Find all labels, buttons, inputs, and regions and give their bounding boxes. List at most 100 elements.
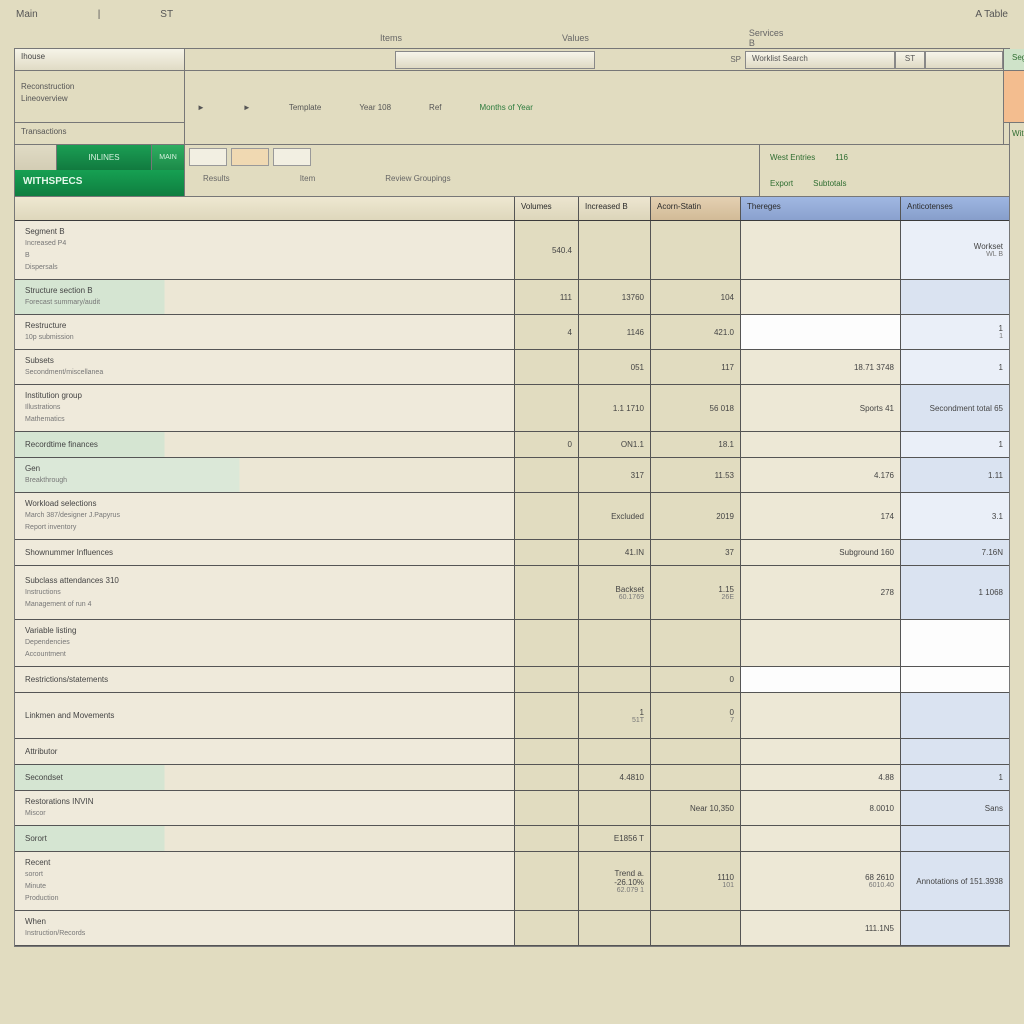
cell[interactable]: 11 <box>901 315 1009 349</box>
cell[interactable] <box>741 620 901 666</box>
field-search[interactable]: Worklist Search <box>745 51 895 69</box>
colhead-3[interactable]: Acorn-Statin <box>651 197 741 220</box>
doc-title-input[interactable]: Ihouse <box>15 49 184 71</box>
submenu-a[interactable]: Items <box>380 33 402 43</box>
cell[interactable] <box>515 911 579 945</box>
cell[interactable]: E1856 T <box>579 826 651 851</box>
cell[interactable]: 111 <box>515 280 579 314</box>
cell[interactable]: SubsetsSecondment/miscellanea <box>15 350 515 384</box>
lbl-subtot[interactable]: Subtotals <box>813 179 846 188</box>
cell[interactable]: 7.16N <box>901 540 1009 565</box>
cell[interactable]: Restrictions/statements <box>15 667 515 692</box>
cell[interactable] <box>901 911 1009 945</box>
cell[interactable] <box>515 693 579 738</box>
cell[interactable] <box>515 350 579 384</box>
field-a[interactable] <box>395 51 595 69</box>
colhead-0[interactable] <box>15 197 515 220</box>
cell[interactable] <box>901 693 1009 738</box>
colhead-1[interactable]: Volumes <box>515 197 579 220</box>
cell[interactable] <box>515 739 579 764</box>
cell[interactable] <box>901 620 1009 666</box>
menu-right[interactable]: A Table <box>975 9 1008 20</box>
upper-left-bottom[interactable]: Transactions <box>15 122 184 144</box>
cell[interactable] <box>515 566 579 619</box>
cell[interactable]: 11.53 <box>651 458 741 492</box>
cell[interactable]: 68 26106010.40 <box>741 852 901 910</box>
cell[interactable] <box>651 911 741 945</box>
cell[interactable] <box>901 826 1009 851</box>
cell[interactable]: Linkmen and Movements <box>15 693 515 738</box>
cell[interactable] <box>651 826 741 851</box>
play1-icon[interactable]: ► <box>197 103 205 112</box>
lbl-export[interactable]: Export <box>770 179 793 188</box>
cell[interactable]: 174 <box>741 493 901 539</box>
cell[interactable] <box>515 493 579 539</box>
cell[interactable] <box>741 280 901 314</box>
cell[interactable]: 56 018 <box>651 385 741 431</box>
cell[interactable]: 1110101 <box>651 852 741 910</box>
cell[interactable]: Structure section BForecast summary/audi… <box>15 280 515 314</box>
cell[interactable]: Secondset <box>15 765 515 790</box>
field-st[interactable]: ST <box>895 51 925 69</box>
cell[interactable]: 37 <box>651 540 741 565</box>
cell[interactable]: Workload selectionsMarch 387/designer J.… <box>15 493 515 539</box>
cell[interactable]: WorksetWL B <box>901 221 1009 279</box>
cell[interactable]: Secondment total 65 <box>901 385 1009 431</box>
cell[interactable]: Attributor <box>15 739 515 764</box>
cell[interactable]: Institution groupIllustrationsMathematic… <box>15 385 515 431</box>
colhead-5[interactable]: Anticotenses <box>901 197 1009 220</box>
cell[interactable]: 317 <box>579 458 651 492</box>
cell[interactable]: RecentsorortMinuteProduction <box>15 852 515 910</box>
cell[interactable]: 18.71 3748 <box>741 350 901 384</box>
cell[interactable] <box>515 620 579 666</box>
cell[interactable]: Subground 160 <box>741 540 901 565</box>
cell[interactable]: Excluded <box>579 493 651 539</box>
west-entries-label[interactable]: With Entries <box>1012 129 1024 138</box>
cell[interactable]: 051 <box>579 350 651 384</box>
card2[interactable] <box>231 148 269 166</box>
cell[interactable] <box>741 432 901 457</box>
cell[interactable]: 421.0 <box>651 315 741 349</box>
cell[interactable]: 1.11 <box>901 458 1009 492</box>
cell[interactable]: 117 <box>651 350 741 384</box>
cell[interactable]: Restructure10p submission <box>15 315 515 349</box>
cell[interactable]: 13760 <box>579 280 651 314</box>
cell[interactable]: 1146 <box>579 315 651 349</box>
cell[interactable] <box>741 221 901 279</box>
cell[interactable] <box>741 667 901 692</box>
cell[interactable]: Shownummer Influences <box>15 540 515 565</box>
cell[interactable]: Sorort <box>15 826 515 851</box>
cell[interactable]: 8.0010 <box>741 791 901 825</box>
cell[interactable] <box>579 620 651 666</box>
cell[interactable] <box>651 221 741 279</box>
cell[interactable]: GenBreakthrough <box>15 458 515 492</box>
cell[interactable] <box>579 791 651 825</box>
cell[interactable] <box>515 540 579 565</box>
cell[interactable]: 0 <box>515 432 579 457</box>
cell[interactable] <box>515 791 579 825</box>
cell[interactable]: Annotations of 151.3938 <box>901 852 1009 910</box>
cell[interactable]: Segment BIncreased P4BDispersals <box>15 221 515 279</box>
cell[interactable] <box>515 826 579 851</box>
colhead-4[interactable]: Thereges <box>741 197 901 220</box>
cell[interactable]: 3.1 <box>901 493 1009 539</box>
cell[interactable]: Trend a. -26.10%62.079 1 <box>579 852 651 910</box>
cell[interactable] <box>515 852 579 910</box>
cell[interactable]: Variable listingDependenciesAccountment <box>15 620 515 666</box>
cell[interactable]: 4 <box>515 315 579 349</box>
cell[interactable]: Restorations INVINMiscor <box>15 791 515 825</box>
cell[interactable]: 151T <box>579 693 651 738</box>
cell[interactable]: 4.88 <box>741 765 901 790</box>
cell[interactable]: 2019 <box>651 493 741 539</box>
menu-st[interactable]: ST <box>160 9 173 20</box>
cell[interactable]: Subclass attendances 310InstructionsMana… <box>15 566 515 619</box>
submenu-b[interactable]: Values <box>562 33 589 43</box>
cell[interactable] <box>579 221 651 279</box>
menu-main[interactable]: Main <box>16 9 38 20</box>
cell[interactable]: 1.1 1710 <box>579 385 651 431</box>
cell[interactable]: 540.4 <box>515 221 579 279</box>
cell[interactable] <box>579 667 651 692</box>
play2-icon[interactable]: ► <box>243 103 251 112</box>
cell[interactable] <box>651 739 741 764</box>
cell[interactable]: 104 <box>651 280 741 314</box>
